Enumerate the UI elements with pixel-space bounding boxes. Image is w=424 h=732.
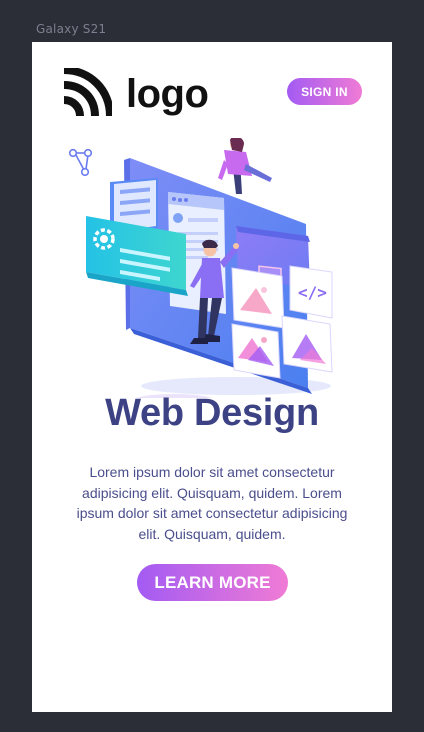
svg-text:</>: </> [298, 283, 327, 302]
logo[interactable]: logo [62, 66, 209, 123]
wifi-arcs-icon [62, 66, 114, 123]
sign-in-button[interactable]: SIGN IN [287, 78, 362, 105]
learn-more-button[interactable]: LEARN MORE [137, 564, 288, 601]
device-frame-label: Galaxy S21 [36, 22, 107, 36]
hero-description: Lorem ipsum dolor sit amet consectetur a… [76, 464, 348, 542]
phone-screen: logo SIGN IN </> Web Design Lorem ipsum … [32, 42, 392, 712]
hero-title: Web Design [105, 392, 319, 434]
logo-text: logo [126, 71, 209, 116]
web-design-illustration: </> [86, 136, 338, 406]
